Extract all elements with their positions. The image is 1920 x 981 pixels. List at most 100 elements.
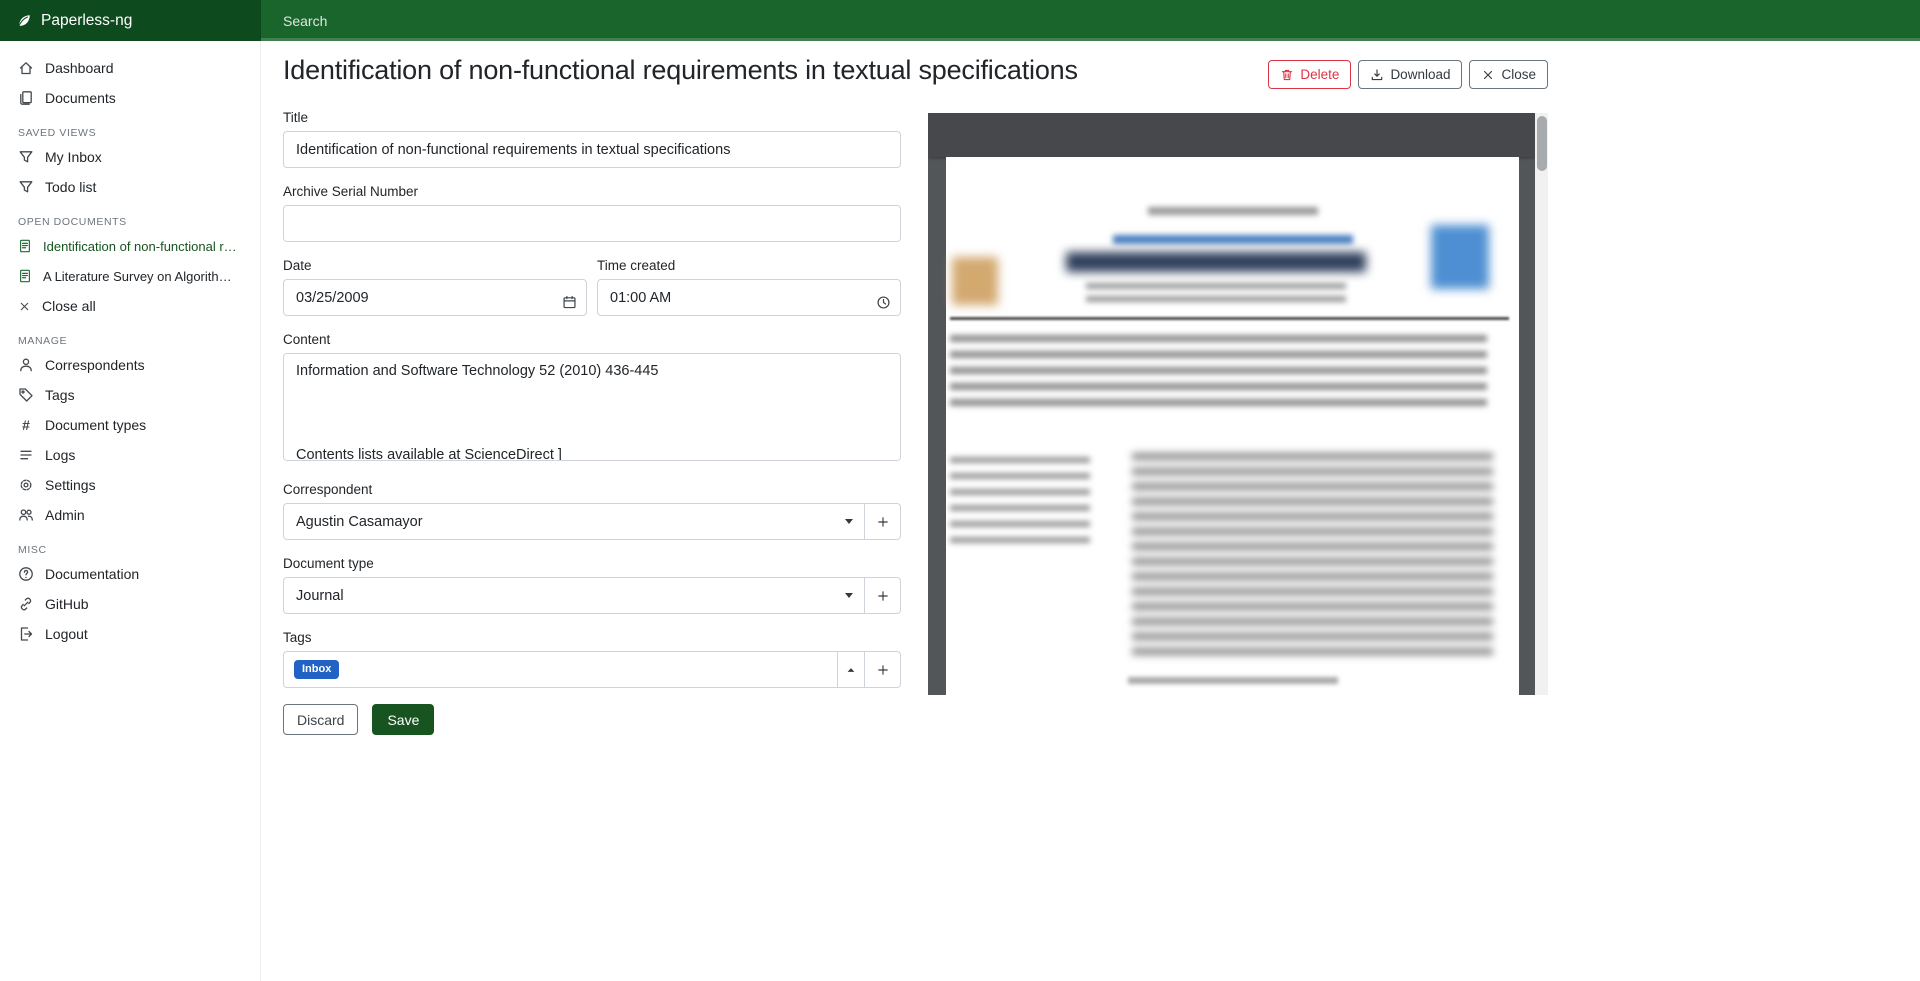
open-document-label: A Literature Survey on Algorithms for Mu…	[43, 269, 242, 284]
sidebar-item-logs[interactable]: Logs	[0, 440, 260, 470]
brand-name: Paperless-ng	[41, 12, 132, 30]
sidebar-item-label: Todo list	[45, 179, 96, 195]
tags-dropdown-toggle[interactable]	[837, 651, 865, 688]
delete-button-label: Delete	[1300, 67, 1339, 82]
tag-icon	[18, 387, 34, 403]
plus-icon	[876, 663, 890, 677]
sidebar-item-github[interactable]: GitHub	[0, 589, 260, 619]
blurred-publisher-logo	[1431, 225, 1489, 289]
add-tag-button[interactable]	[864, 651, 901, 688]
asn-field: Archive Serial Number	[283, 184, 901, 242]
date-label: Date	[283, 258, 587, 273]
close-button[interactable]: Close	[1469, 60, 1548, 89]
list-icon	[18, 447, 34, 463]
brand-link[interactable]: Paperless-ng	[0, 0, 261, 41]
files-icon	[18, 90, 34, 106]
discard-button[interactable]: Discard	[283, 704, 358, 735]
add-document-type-button[interactable]	[864, 577, 901, 614]
sidebar-item-correspondents[interactable]: Correspondents	[0, 350, 260, 380]
asn-input[interactable]	[283, 205, 901, 242]
navbar-search-area	[261, 0, 1920, 41]
close-button-label: Close	[1501, 67, 1536, 82]
sidebar-item-label: My Inbox	[45, 149, 102, 165]
sidebar-item-document-types[interactable]: # Document types	[0, 410, 260, 440]
sidebar-item-my-inbox[interactable]: My Inbox	[0, 142, 260, 172]
blurred-subtitle-lines	[1086, 283, 1346, 307]
plus-icon	[876, 515, 890, 529]
tags-input[interactable]: Inbox	[283, 651, 838, 688]
open-document-label: Identification of non-functional require…	[43, 239, 242, 254]
document-actions: Delete Download Close	[1268, 60, 1548, 89]
search-input[interactable]	[261, 0, 881, 41]
asn-label: Archive Serial Number	[283, 184, 901, 199]
time-created-input[interactable]	[597, 279, 901, 316]
person-icon	[18, 357, 34, 373]
form-buttons: Discard Save	[283, 704, 901, 735]
file-text-icon	[18, 239, 32, 253]
blurred-divider-rule	[950, 317, 1509, 320]
calendar-icon[interactable]	[562, 295, 577, 310]
date-input[interactable]	[283, 279, 587, 316]
sidebar-item-todo-list[interactable]: Todo list	[0, 172, 260, 202]
sidebar-item-label: Tags	[45, 387, 75, 403]
sidebar-item-label: Correspondents	[45, 357, 145, 373]
pdf-scrollbar-thumb[interactable]	[1537, 116, 1547, 171]
sidebar-item-documents[interactable]: Documents	[0, 83, 260, 113]
title-field: Title	[283, 110, 901, 168]
blurred-abstract-block	[950, 335, 1487, 407]
sidebar-item-close-all[interactable]: Close all	[0, 291, 260, 321]
title-input[interactable]	[283, 131, 901, 168]
plus-icon	[876, 589, 890, 603]
sidebar-item-label: GitHub	[45, 596, 89, 612]
sidebar: Dashboard Documents SAVED VIEWS My Inbox…	[0, 41, 261, 981]
house-icon	[18, 60, 34, 76]
close-icon	[18, 300, 31, 313]
misc-header: MISC	[18, 544, 242, 556]
sidebar-item-label: Dashboard	[45, 60, 114, 76]
sidebar-item-label: Settings	[45, 477, 96, 493]
pdf-page	[946, 157, 1519, 695]
download-button[interactable]: Download	[1358, 60, 1462, 89]
pdf-scrollbar[interactable]	[1535, 113, 1548, 695]
content-field: Content Information and Software Technol…	[283, 332, 901, 466]
sidebar-item-label: Documentation	[45, 566, 139, 582]
correspondent-select[interactable]: Agustin Casamayor	[283, 503, 865, 540]
content-textarea[interactable]: Information and Software Technology 52 (…	[283, 353, 901, 461]
sidebar-item-label: Logs	[45, 447, 75, 463]
document-edit-form: Title Archive Serial Number Date Time cr…	[283, 110, 901, 735]
sidebar-item-label: Close all	[42, 298, 96, 314]
add-correspondent-button[interactable]	[864, 503, 901, 540]
pdf-preview	[928, 113, 1548, 695]
sidebar-item-documentation[interactable]: Documentation	[0, 559, 260, 589]
sidebar-item-logout[interactable]: Logout	[0, 619, 260, 649]
hash-icon: #	[18, 417, 34, 433]
blurred-journal-title	[1066, 252, 1366, 272]
sidebar-item-admin[interactable]: Admin	[0, 500, 260, 530]
blurred-text-line	[1148, 207, 1318, 215]
pdf-toolbar	[928, 113, 1535, 157]
delete-button[interactable]: Delete	[1268, 60, 1351, 89]
blurred-left-column	[950, 457, 1090, 552]
save-button[interactable]: Save	[372, 704, 434, 735]
sidebar-item-tags[interactable]: Tags	[0, 380, 260, 410]
sidebar-item-dashboard[interactable]: Dashboard	[0, 53, 260, 83]
blurred-footer-line	[1128, 677, 1338, 684]
funnel-icon	[18, 179, 34, 195]
logout-icon	[18, 626, 34, 642]
close-icon	[1481, 68, 1495, 82]
caret-up-icon	[845, 664, 857, 676]
clock-icon[interactable]	[876, 295, 891, 310]
sidebar-open-document-1[interactable]: Identification of non-functional require…	[0, 231, 260, 261]
sidebar-item-settings[interactable]: Settings	[0, 470, 260, 500]
date-field: Date	[283, 258, 587, 316]
page-title: Identification of non-functional require…	[283, 55, 1920, 86]
trash-icon	[1280, 68, 1294, 82]
sidebar-open-document-2[interactable]: A Literature Survey on Algorithms for Mu…	[0, 261, 260, 291]
tag-badge-inbox[interactable]: Inbox	[294, 660, 339, 679]
correspondent-label: Correspondent	[283, 482, 901, 497]
paperless-logo-icon	[16, 13, 32, 29]
download-button-label: Download	[1390, 67, 1450, 82]
document-type-select[interactable]: Journal	[283, 577, 865, 614]
open-documents-header: OPEN DOCUMENTS	[18, 216, 242, 228]
title-label: Title	[283, 110, 901, 125]
